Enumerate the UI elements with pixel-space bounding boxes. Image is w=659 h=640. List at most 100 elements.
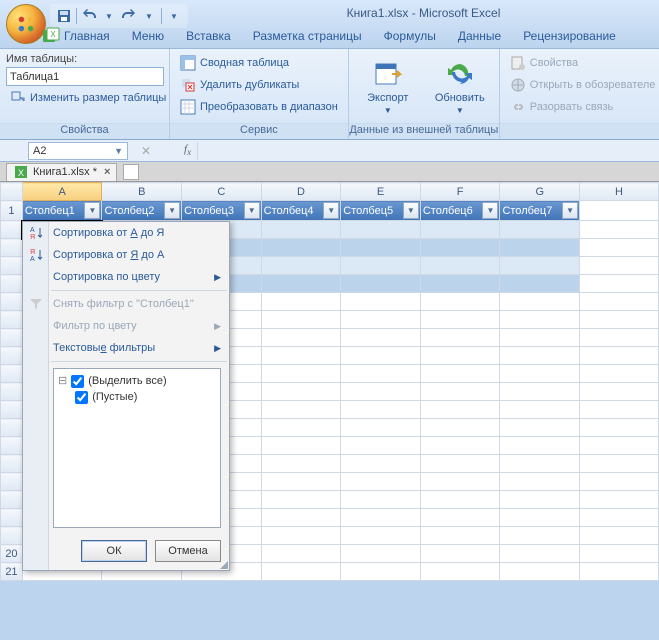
filter-value-empty[interactable]: (Пустые) xyxy=(58,389,216,405)
redo-icon[interactable] xyxy=(121,8,137,24)
col-header-c[interactable]: C xyxy=(182,183,262,201)
open-in-browser-button: Открыть в обозревателе xyxy=(506,75,659,95)
col-header-e[interactable]: E xyxy=(341,183,421,201)
tab-insert[interactable]: Вставка xyxy=(176,26,241,46)
table-header-3[interactable]: Столбец3▼ xyxy=(182,201,262,221)
export-button[interactable]: Экспорт ▼ xyxy=(355,53,421,119)
spreadsheet-grid: A B C D E F G H 1 Столбец1▼ Столбец2▼ Ст… xyxy=(0,182,659,581)
col-header-f[interactable]: F xyxy=(420,183,500,201)
submenu-arrow-icon: ▶ xyxy=(214,272,221,283)
separator xyxy=(161,8,162,24)
fx-icon[interactable]: fx xyxy=(184,143,191,157)
col-header-b[interactable]: B xyxy=(102,183,182,201)
group-title-external: Данные из внешней таблицы xyxy=(349,123,499,139)
resize-grip-icon[interactable] xyxy=(218,559,228,569)
properties-button: Свойства xyxy=(506,53,659,73)
redo-dropdown-icon[interactable]: ▼ xyxy=(141,8,157,24)
table-name-input[interactable] xyxy=(6,67,164,86)
svg-text:X: X xyxy=(18,168,24,178)
excel-icon: X xyxy=(13,164,29,180)
resize-table-icon xyxy=(10,90,26,106)
new-document-button[interactable] xyxy=(123,164,139,180)
col-header-h[interactable]: H xyxy=(580,183,659,201)
dedup-icon xyxy=(180,77,196,93)
sort-za-item[interactable]: ЯА Сортировка от Я до А xyxy=(23,244,229,266)
group-title-external2 xyxy=(500,123,659,139)
text-filters-item[interactable]: Текстовые фильтры▶ xyxy=(23,337,229,359)
filter-dropdown-icon[interactable]: ▼ xyxy=(562,202,578,219)
document-tab[interactable]: X Книга1.xlsx * × xyxy=(6,163,117,181)
svg-text:А: А xyxy=(30,227,35,234)
tab-home[interactable]: Главная xyxy=(54,26,120,46)
table-header-5[interactable]: Столбец5▼ xyxy=(341,201,421,221)
ok-button[interactable]: ОК xyxy=(81,540,147,562)
qat-customize-icon[interactable]: ▼ xyxy=(166,8,182,24)
col-header-a[interactable]: A xyxy=(22,183,102,201)
name-box[interactable]: A2 ▼ xyxy=(28,142,128,160)
col-header-g[interactable]: G xyxy=(500,183,580,201)
filter-by-color-item: Фильтр по цвету▶ xyxy=(23,315,229,337)
document-tabbar: X Книга1.xlsx * × xyxy=(0,162,659,182)
tab-pagelayout[interactable]: Разметка страницы xyxy=(243,26,372,46)
filter-values-list[interactable]: ⊟(Выделить все) (Пустые) xyxy=(53,368,221,528)
undo-icon[interactable] xyxy=(81,8,97,24)
group-title-properties: Свойства xyxy=(0,123,169,139)
cancel-button[interactable]: Отмена xyxy=(155,540,221,562)
filter-dropdown-icon[interactable]: ▼ xyxy=(244,202,260,219)
formula-bar: A2 ▼ ✕ fx xyxy=(0,140,659,162)
svg-text:Я: Я xyxy=(30,234,35,241)
save-icon[interactable] xyxy=(56,8,72,24)
filter-dropdown-icon[interactable]: ▼ xyxy=(164,202,180,219)
row-header-1[interactable]: 1 xyxy=(1,201,23,221)
tab-formulas[interactable]: Формулы xyxy=(374,26,446,46)
close-tab-icon[interactable]: × xyxy=(104,166,110,178)
sort-za-icon: ЯА xyxy=(27,246,45,264)
pivot-icon xyxy=(180,55,196,71)
submenu-arrow-icon: ▶ xyxy=(214,321,221,332)
tab-review[interactable]: Рецензирование xyxy=(513,26,626,46)
filter-dropdown-icon[interactable]: ▼ xyxy=(482,202,498,219)
table-name-label: Имя таблицы: xyxy=(6,53,77,65)
tab-menu[interactable]: Меню xyxy=(122,26,174,46)
clear-filter-icon xyxy=(27,295,45,313)
group-title-tools: Сервис xyxy=(170,123,348,139)
table-header-6[interactable]: Столбец6▼ xyxy=(420,201,500,221)
sort-by-color-item[interactable]: Сортировка по цвету▶ xyxy=(23,266,229,288)
filter-dropdown-icon[interactable]: ▼ xyxy=(323,202,339,219)
window-title: Книга1.xlsx - Microsoft Excel xyxy=(188,6,659,20)
ribbon: Имя таблицы: Изменить размер таблицы Сво… xyxy=(0,48,659,140)
properties-icon xyxy=(510,55,526,71)
autofilter-popup: АЯ Сортировка от А до Я ЯА Сортировка от… xyxy=(22,221,230,571)
row-header-20[interactable]: 20 xyxy=(1,545,23,563)
sort-az-icon: АЯ xyxy=(27,224,45,242)
table-header-2[interactable]: Столбец2▼ xyxy=(102,201,182,221)
row-header-21[interactable]: 21 xyxy=(1,563,23,581)
svg-text:А: А xyxy=(30,256,35,263)
filter-dropdown-icon[interactable]: ▼ xyxy=(403,202,419,219)
ribbon-tabs: Главная Меню Вставка Разметка страницы Ф… xyxy=(54,24,626,46)
filter-select-all[interactable]: ⊟(Выделить все) xyxy=(58,373,216,389)
separator xyxy=(76,8,77,24)
table-header-4[interactable]: Столбец4▼ xyxy=(261,201,341,221)
select-all-corner[interactable] xyxy=(1,183,23,201)
refresh-button[interactable]: Обновить ▼ xyxy=(427,53,493,119)
table-header-7[interactable]: Столбец7▼ xyxy=(500,201,580,221)
resize-table-button[interactable]: Изменить размер таблицы xyxy=(6,88,170,108)
unlink-button: Разорвать связь xyxy=(506,97,659,117)
sort-az-item[interactable]: АЯ Сортировка от А до Я xyxy=(23,222,229,244)
clear-filter-item: Снять фильтр с "Столбец1" xyxy=(23,293,229,315)
col-header-d[interactable]: D xyxy=(261,183,341,201)
export-icon xyxy=(372,58,404,90)
cancel-formula-icon: ✕ xyxy=(138,144,154,158)
undo-dropdown-icon[interactable]: ▼ xyxy=(101,8,117,24)
pivot-table-button[interactable]: Сводная таблица xyxy=(176,53,342,73)
namebox-dropdown-icon[interactable]: ▼ xyxy=(114,146,123,156)
convert-to-range-button[interactable]: Преобразовать в диапазон xyxy=(176,97,342,117)
unlink-icon xyxy=(510,99,526,115)
tab-data[interactable]: Данные xyxy=(448,26,511,46)
table-header-1[interactable]: Столбец1▼ xyxy=(22,201,102,221)
filter-dropdown-icon[interactable]: ▼ xyxy=(84,202,100,219)
formula-input[interactable] xyxy=(197,142,659,160)
remove-duplicates-button[interactable]: Удалить дубликаты xyxy=(176,75,342,95)
office-button[interactable] xyxy=(6,4,46,44)
